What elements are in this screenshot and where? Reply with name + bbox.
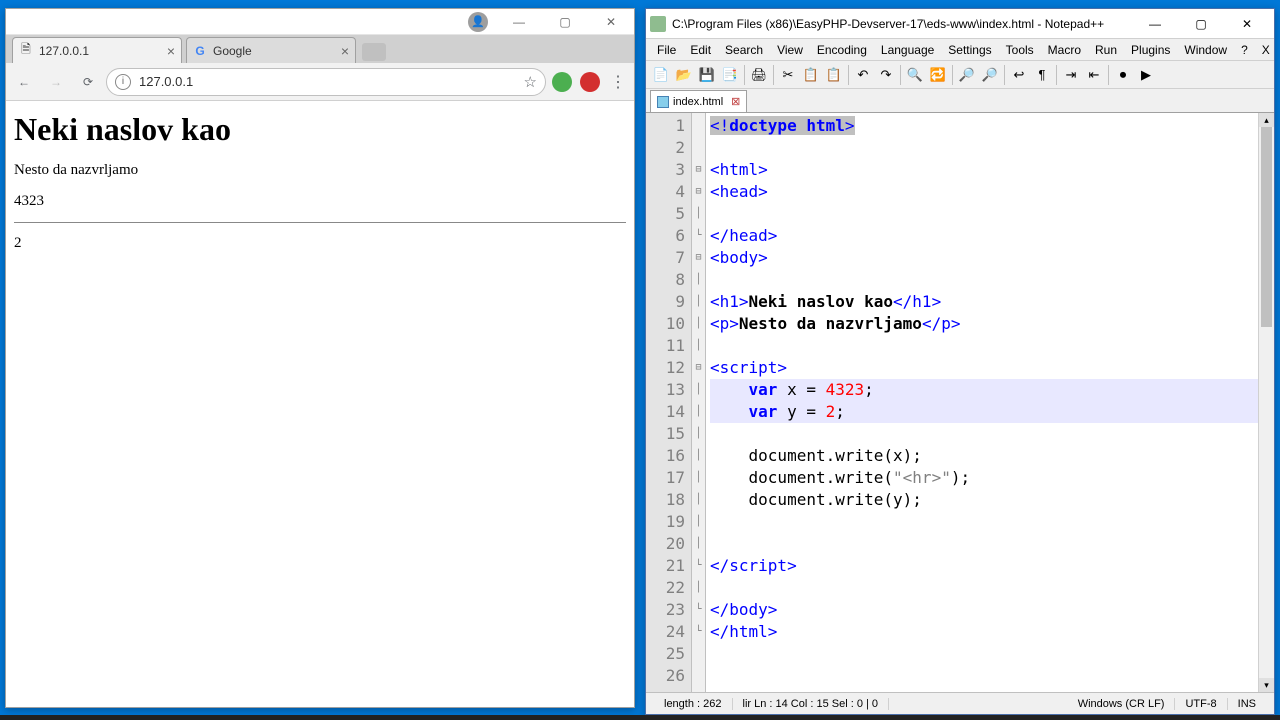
- indent-icon[interactable]: ⇥: [1060, 64, 1082, 86]
- status-encoding: UTF-8: [1175, 698, 1227, 710]
- show-all-chars-icon[interactable]: ¶: [1031, 64, 1053, 86]
- status-insert-mode: INS: [1228, 698, 1266, 710]
- line-number-gutter: 1234567891011121314151617181920212223242…: [646, 113, 692, 692]
- notepadpp-window: C:\Program Files (x86)\EasyPHP-Devserver…: [645, 8, 1275, 715]
- extension-icon[interactable]: [580, 72, 600, 92]
- find-icon[interactable]: 🔍: [904, 64, 926, 86]
- minimize-button[interactable]: —: [496, 9, 542, 35]
- chrome-toolbar: ← → ⟳ i 127.0.0.1 ☆ ⋮: [6, 63, 634, 101]
- close-button[interactable]: ✕: [588, 9, 634, 35]
- status-position: lir Ln : 14 Col : 15 Sel : 0 | 0: [733, 698, 890, 710]
- tab-close-icon[interactable]: ⊠: [731, 95, 740, 108]
- save-all-icon[interactable]: 📑: [719, 64, 741, 86]
- chrome-window: 👤 — ▢ ✕ 🗎 127.0.0.1 × G Google × ← → ⟳ i…: [5, 8, 635, 708]
- status-bar: length : 262 lir Ln : 14 Col : 15 Sel : …: [646, 692, 1274, 714]
- menu-item-search[interactable]: Search: [718, 41, 770, 59]
- minimize-button[interactable]: —: [1132, 10, 1178, 38]
- scroll-up-arrow-icon[interactable]: ▴: [1259, 113, 1274, 127]
- site-info-icon[interactable]: i: [115, 74, 131, 90]
- file-icon: [657, 96, 669, 108]
- wordwrap-icon[interactable]: ↩: [1008, 64, 1030, 86]
- file-icon: 🗎: [19, 44, 33, 58]
- status-length: length : 262: [654, 698, 733, 710]
- editor-area[interactable]: 1234567891011121314151617181920212223242…: [646, 113, 1274, 692]
- open-file-icon[interactable]: 📂: [673, 64, 695, 86]
- chrome-titlebar: 👤 — ▢ ✕: [6, 9, 634, 35]
- horizontal-rule: [14, 222, 626, 223]
- script-output-x: 4323: [14, 193, 626, 210]
- save-icon[interactable]: 💾: [696, 64, 718, 86]
- menu-item-?[interactable]: ?: [1234, 41, 1255, 59]
- new-tab-button[interactable]: [362, 43, 386, 61]
- vertical-scrollbar[interactable]: ▴ ▾: [1258, 113, 1274, 692]
- chrome-menu-button[interactable]: ⋮: [606, 72, 630, 92]
- zoom-in-icon[interactable]: 🔎: [956, 64, 978, 86]
- paste-icon[interactable]: 📋: [823, 64, 845, 86]
- outdent-icon[interactable]: ⇤: [1083, 64, 1105, 86]
- menu-item-language[interactable]: Language: [874, 41, 941, 59]
- npp-tabbar: index.html ⊠: [646, 89, 1274, 113]
- chrome-tabstrip: 🗎 127.0.0.1 × G Google ×: [6, 35, 634, 63]
- copy-icon[interactable]: 📋: [800, 64, 822, 86]
- windows-taskbar[interactable]: [0, 715, 1280, 720]
- scroll-thumb[interactable]: [1261, 127, 1272, 327]
- maximize-button[interactable]: ▢: [542, 9, 588, 35]
- tab-close-icon[interactable]: ×: [341, 43, 349, 59]
- zoom-out-icon[interactable]: 🔎: [979, 64, 1001, 86]
- bookmark-star-icon[interactable]: ☆: [524, 73, 537, 91]
- menu-item-x[interactable]: X: [1255, 41, 1277, 59]
- menu-item-tools[interactable]: Tools: [999, 41, 1041, 59]
- close-button[interactable]: ✕: [1224, 10, 1270, 38]
- address-text: 127.0.0.1: [139, 74, 193, 89]
- tab-label: 127.0.0.1: [39, 44, 89, 58]
- undo-icon[interactable]: ↶: [852, 64, 874, 86]
- menu-item-window[interactable]: Window: [1177, 41, 1234, 59]
- menu-item-run[interactable]: Run: [1088, 41, 1124, 59]
- fold-gutter[interactable]: ⊟⊟│└⊟││││⊟││││││││└│└└: [692, 113, 706, 692]
- npp-toolbar: 📄 📂 💾 📑 🖨 ✂ 📋 📋 ↶ ↷ 🔍 🔁 🔎 🔎 ↩ ¶ ⇥ ⇤ ⏺ ▶: [646, 61, 1274, 89]
- forward-button[interactable]: →: [42, 68, 70, 96]
- browser-tab-inactive[interactable]: G Google ×: [186, 37, 356, 63]
- macro-play-icon[interactable]: ▶: [1135, 64, 1157, 86]
- editor-tab-label: index.html: [673, 96, 723, 108]
- redo-icon[interactable]: ↷: [875, 64, 897, 86]
- reload-button[interactable]: ⟳: [74, 68, 102, 96]
- npp-titlebar: C:\Program Files (x86)\EasyPHP-Devserver…: [646, 9, 1274, 39]
- tab-close-icon[interactable]: ×: [167, 43, 175, 59]
- replace-icon[interactable]: 🔁: [927, 64, 949, 86]
- page-heading: Neki naslov kao: [14, 111, 626, 148]
- page-content: Neki naslov kao Nesto da nazvrljamo 4323…: [6, 101, 634, 707]
- browser-tab-active[interactable]: 🗎 127.0.0.1 ×: [12, 37, 182, 63]
- menu-item-encoding[interactable]: Encoding: [810, 41, 874, 59]
- extension-icon[interactable]: [552, 72, 572, 92]
- menu-item-edit[interactable]: Edit: [683, 41, 718, 59]
- npp-title: C:\Program Files (x86)\EasyPHP-Devserver…: [672, 17, 1132, 31]
- menu-item-file[interactable]: File: [650, 41, 683, 59]
- npp-app-icon: [650, 16, 666, 32]
- menu-item-view[interactable]: View: [770, 41, 810, 59]
- tab-label: Google: [213, 44, 252, 58]
- profile-icon[interactable]: 👤: [468, 12, 488, 32]
- cut-icon[interactable]: ✂: [777, 64, 799, 86]
- maximize-button[interactable]: ▢: [1178, 10, 1224, 38]
- new-file-icon[interactable]: 📄: [650, 64, 672, 86]
- google-icon: G: [193, 44, 207, 58]
- scroll-down-arrow-icon[interactable]: ▾: [1259, 678, 1274, 692]
- menu-item-plugins[interactable]: Plugins: [1124, 41, 1177, 59]
- address-bar[interactable]: i 127.0.0.1 ☆: [106, 68, 546, 96]
- macro-record-icon[interactable]: ⏺: [1112, 64, 1134, 86]
- code-content[interactable]: <!doctype html><html><head></head><body>…: [706, 113, 1274, 692]
- page-paragraph: Nesto da nazvrljamo: [14, 162, 626, 179]
- print-icon[interactable]: 🖨: [748, 64, 770, 86]
- back-button[interactable]: ←: [10, 68, 38, 96]
- menu-item-settings[interactable]: Settings: [941, 41, 998, 59]
- editor-tab[interactable]: index.html ⊠: [650, 90, 747, 112]
- script-output-y: 2: [14, 235, 626, 252]
- status-eol: Windows (CR LF): [1068, 698, 1176, 710]
- npp-menubar: FileEditSearchViewEncodingLanguageSettin…: [646, 39, 1274, 61]
- menu-item-macro[interactable]: Macro: [1041, 41, 1088, 59]
